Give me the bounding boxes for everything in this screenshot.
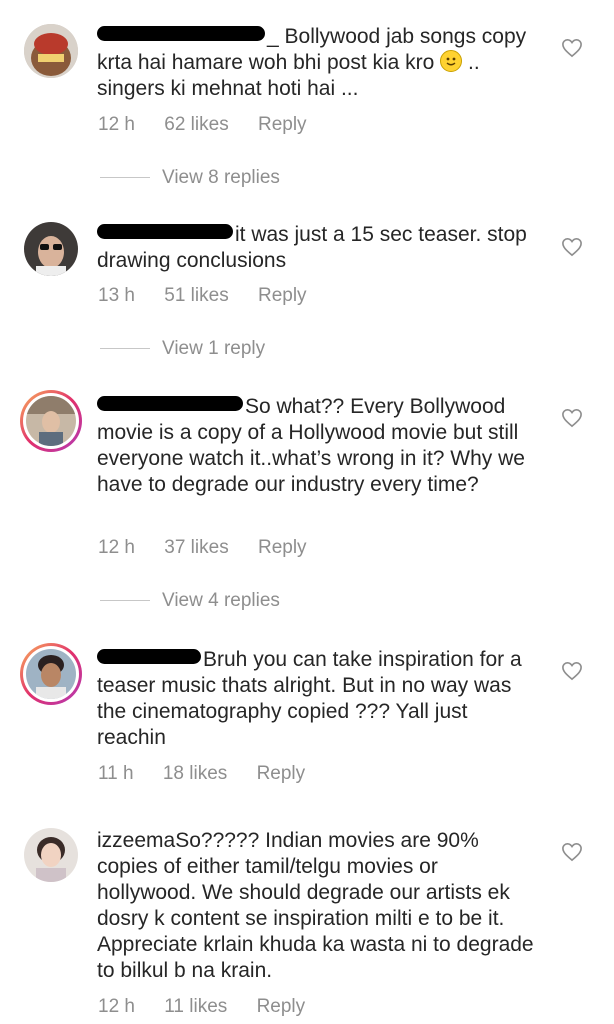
avatar-story-ring[interactable] <box>20 390 82 452</box>
view-replies-label: View 4 replies <box>162 590 280 611</box>
comment-meta: 12 h 11 likes Reply <box>98 996 329 1018</box>
view-replies-button[interactable]: View 8 replies <box>100 167 280 189</box>
reply-button[interactable]: Reply <box>258 114 307 136</box>
comment-time: 12 h <box>98 996 135 1017</box>
redacted-username <box>97 649 201 664</box>
view-replies-button[interactable]: View 4 replies <box>100 590 280 612</box>
view-replies-label: View 8 replies <box>162 167 280 188</box>
avatar-story-ring[interactable] <box>20 643 82 705</box>
like-count[interactable]: 62 likes <box>164 114 228 136</box>
avatar-image <box>24 24 78 78</box>
redacted-username <box>97 396 243 411</box>
avatar[interactable] <box>24 222 78 276</box>
slightly-smiling-face-icon <box>440 50 463 72</box>
avatar-image <box>26 396 76 446</box>
comment-text: it was just a 15 sec teaser. stop drawin… <box>97 223 527 272</box>
avatar-image <box>24 828 78 882</box>
avatar-image <box>26 649 76 699</box>
reply-button[interactable]: Reply <box>257 763 306 785</box>
heart-outline-icon[interactable] <box>561 661 583 681</box>
comment: So what?? Every Bollywood movie is a cop… <box>0 370 614 625</box>
reply-button[interactable]: Reply <box>257 996 306 1018</box>
like-count[interactable]: 51 likes <box>164 285 228 307</box>
divider <box>100 177 150 178</box>
redacted-username <box>97 224 233 239</box>
comment-time: 12 h <box>98 114 135 135</box>
comment-time: 11 h <box>98 763 134 784</box>
comment-username[interactable]: izzeema <box>97 829 175 852</box>
reply-button[interactable]: Reply <box>258 285 307 307</box>
comment: izzeemaSo????? Indian movies are 90% cop… <box>0 810 614 1024</box>
comment-meta: 11 h 18 likes Reply <box>98 763 329 785</box>
divider <box>100 600 150 601</box>
comment-meta: 12 h 62 likes Reply <box>98 114 331 136</box>
view-replies-label: View 1 reply <box>162 338 266 359</box>
comment-meta: 13 h 51 likes Reply <box>98 285 331 307</box>
avatar-image <box>24 222 78 276</box>
heart-outline-icon[interactable] <box>561 38 583 58</box>
like-count[interactable]: 11 likes <box>164 996 227 1018</box>
comment: Bruh you can take inspiration for a teas… <box>0 625 614 810</box>
redacted-username <box>97 26 265 41</box>
comment: _ Bollywood jab songs copy krta hai hama… <box>0 0 614 200</box>
avatar[interactable] <box>24 24 78 78</box>
view-replies-button[interactable]: View 1 reply <box>100 338 265 360</box>
like-count[interactable]: 18 likes <box>163 763 227 785</box>
avatar[interactable] <box>24 828 78 882</box>
comment-text: So what?? Every Bollywood movie is a cop… <box>97 395 525 496</box>
comment-time: 13 h <box>98 285 135 306</box>
comment-text: izzeemaSo????? Indian movies are 90% cop… <box>97 829 534 982</box>
heart-outline-icon[interactable] <box>561 408 583 428</box>
comment-meta: 12 h 37 likes Reply <box>98 537 331 559</box>
comment-time: 12 h <box>98 537 135 558</box>
heart-outline-icon[interactable] <box>561 237 583 257</box>
divider <box>100 348 150 349</box>
comment-text: Bruh you can take inspiration for a teas… <box>97 648 522 749</box>
like-count[interactable]: 37 likes <box>164 537 228 559</box>
comment: it was just a 15 sec teaser. stop drawin… <box>0 200 614 370</box>
reply-button[interactable]: Reply <box>258 537 307 559</box>
comment-text: _ Bollywood jab songs copy krta hai hama… <box>97 25 527 100</box>
heart-outline-icon[interactable] <box>561 842 583 862</box>
